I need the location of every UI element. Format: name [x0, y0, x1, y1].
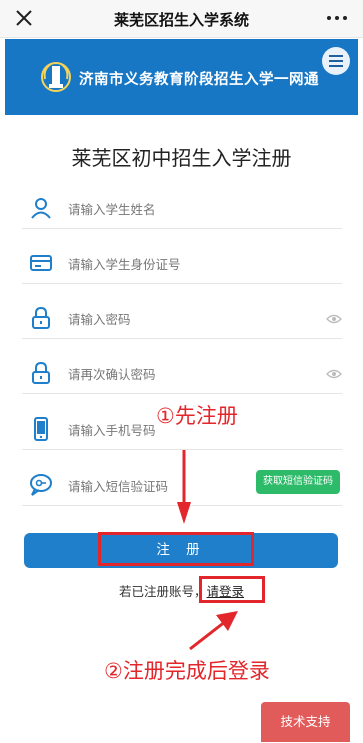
confirm-password-field [22, 354, 342, 394]
get-sms-code-button[interactable]: 获取短信验证码 [256, 470, 340, 494]
window-title: 莱芜区招生入学系统 [113, 11, 249, 29]
lock-icon [32, 361, 50, 384]
student-name-field [22, 189, 342, 229]
annotation-step2: ②注册完成后登录 [104, 659, 270, 683]
emblem-logo-icon [41, 62, 71, 92]
arrow-down-icon [177, 450, 191, 524]
sms-icon [30, 474, 52, 496]
lock-icon [32, 306, 50, 329]
password-input[interactable] [68, 307, 288, 331]
annotation-step1: ①先注册 [156, 404, 238, 428]
student-id-field [22, 244, 342, 284]
password-field [22, 299, 342, 339]
student-id-input[interactable] [68, 252, 288, 276]
login-prompt-text: 若已注册账号， [118, 584, 207, 599]
page-title: 莱芜区初中招生入学注册 [71, 146, 292, 170]
confirm-password-input[interactable] [68, 362, 288, 386]
register-button[interactable]: 注 册 [24, 533, 338, 568]
close-icon[interactable] [12, 6, 36, 30]
eye-icon[interactable] [326, 368, 342, 380]
menu-icon [329, 55, 343, 57]
user-icon [31, 198, 51, 219]
id-card-icon [30, 255, 52, 271]
menu-button[interactable] [322, 47, 350, 75]
student-name-input[interactable] [68, 197, 288, 221]
top-bar: 莱芜区招生入学系统 [0, 0, 363, 38]
eye-icon[interactable] [326, 313, 342, 325]
login-link[interactable]: 请登录 [207, 584, 245, 599]
more-icon[interactable] [325, 8, 349, 28]
arrow-up-right-icon [189, 611, 238, 651]
site-title: 济南市义务教育阶段招生入学一网通 [79, 71, 319, 88]
login-prompt: 若已注册账号，请登录 [0, 581, 363, 600]
header-banner: 济南市义务教育阶段招生入学一网通 [5, 39, 358, 115]
tech-support-button[interactable]: 技术支持 [261, 702, 350, 742]
phone-icon [34, 417, 48, 441]
